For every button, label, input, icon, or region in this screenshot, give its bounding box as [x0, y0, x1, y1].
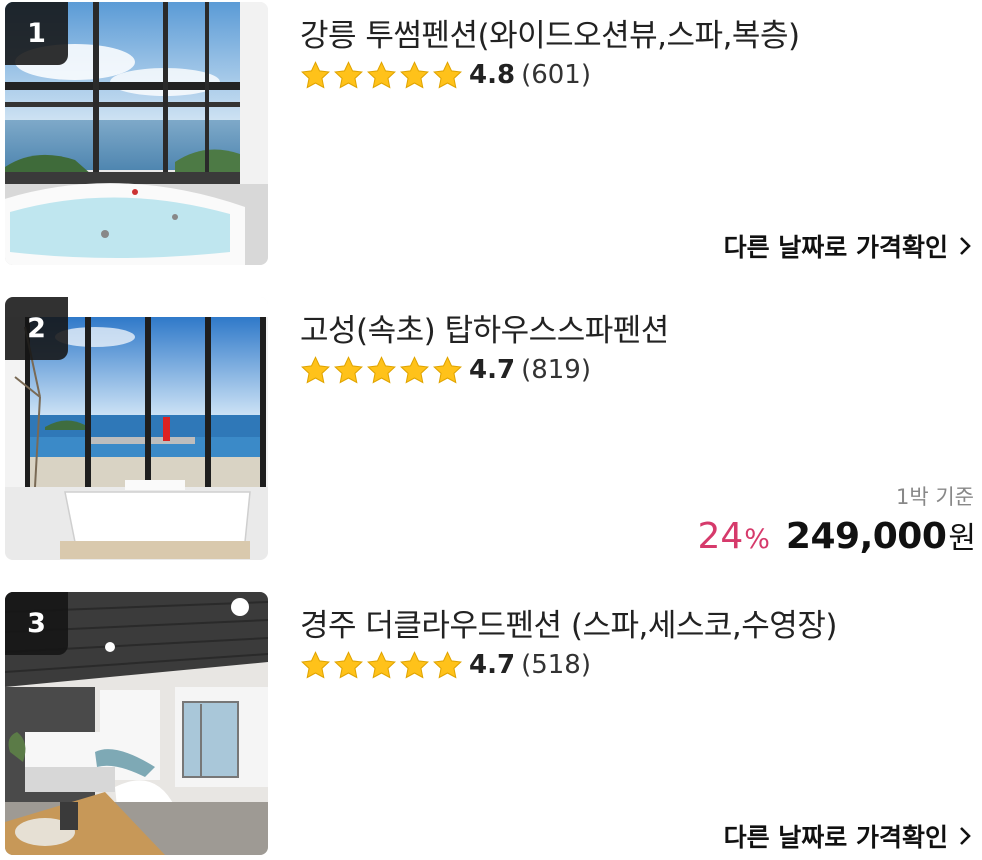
rank-badge: 1	[5, 2, 68, 65]
star-icon	[301, 60, 330, 88]
rating-row: 4.7 (819)	[300, 352, 591, 388]
listing-photo[interactable]: 1	[5, 2, 268, 265]
discount-rate: 24%	[697, 516, 769, 557]
star-rating	[300, 650, 465, 681]
check-other-dates-label: 다른 날짜로 가격확인	[723, 823, 948, 852]
check-other-dates-link[interactable]: 다른 날짜로 가격확인	[724, 818, 972, 854]
rank-badge: 2	[5, 297, 68, 360]
star-icon	[334, 60, 363, 88]
listing-name[interactable]: 강릉 투썸펜션(와이드오션뷰,스파,복층)	[300, 10, 800, 55]
chevron-right-icon	[960, 827, 971, 845]
star-icon	[433, 355, 462, 383]
price-basis: 1박 기준	[896, 485, 974, 509]
listing-name[interactable]: 경주 더클라우드펜션 (스파,세스코,수영장)	[300, 600, 837, 645]
rating-row: 4.8 (601)	[300, 57, 591, 93]
price-row[interactable]: 24% 249,000 원	[697, 513, 976, 557]
listing-card-3[interactable]: 3 경주 더클라우드펜션 (스파,세스코,수영장) 4.7 (518) 다른 날…	[0, 590, 982, 860]
rank-badge: 3	[5, 592, 68, 655]
listing-card-2[interactable]: 2 고성(속초) 탑하우스스파펜션 4.7 (819) 1박 기준 24% 24…	[0, 295, 982, 565]
star-icon	[367, 60, 396, 88]
star-icon	[367, 355, 396, 383]
rating-score: 4.8	[469, 60, 516, 90]
star-icon	[400, 355, 429, 383]
discount-unit: %	[744, 524, 770, 555]
listing-photo[interactable]: 3	[5, 592, 268, 855]
review-count: (819)	[521, 355, 591, 385]
check-other-dates-label: 다른 날짜로 가격확인	[723, 233, 948, 262]
price-value: 249,000	[785, 516, 947, 557]
rating-score: 4.7	[469, 355, 516, 385]
star-icon	[301, 355, 330, 383]
star-icon	[334, 355, 363, 383]
rating-row: 4.7 (518)	[300, 647, 591, 683]
review-count: (518)	[521, 650, 591, 680]
star-icon	[400, 60, 429, 88]
listing-name[interactable]: 고성(속초) 탑하우스스파펜션	[300, 305, 669, 350]
discount-value: 24	[697, 516, 744, 557]
star-rating	[300, 355, 465, 386]
price-currency: 원	[948, 521, 976, 556]
star-rating	[300, 60, 465, 91]
star-icon	[334, 650, 363, 678]
star-icon	[367, 650, 396, 678]
star-icon	[301, 650, 330, 678]
listing-card-1[interactable]: 1 강릉 투썸펜션(와이드오션뷰,스파,복층) 4.8 (601) 다른 날짜로…	[0, 0, 982, 270]
check-other-dates-link[interactable]: 다른 날짜로 가격확인	[724, 228, 972, 264]
star-icon	[433, 650, 462, 678]
star-icon	[400, 650, 429, 678]
rating-score: 4.7	[469, 650, 516, 680]
listing-photo[interactable]: 2	[5, 297, 268, 560]
chevron-right-icon	[960, 237, 971, 255]
review-count: (601)	[521, 60, 591, 90]
star-icon	[433, 60, 462, 88]
